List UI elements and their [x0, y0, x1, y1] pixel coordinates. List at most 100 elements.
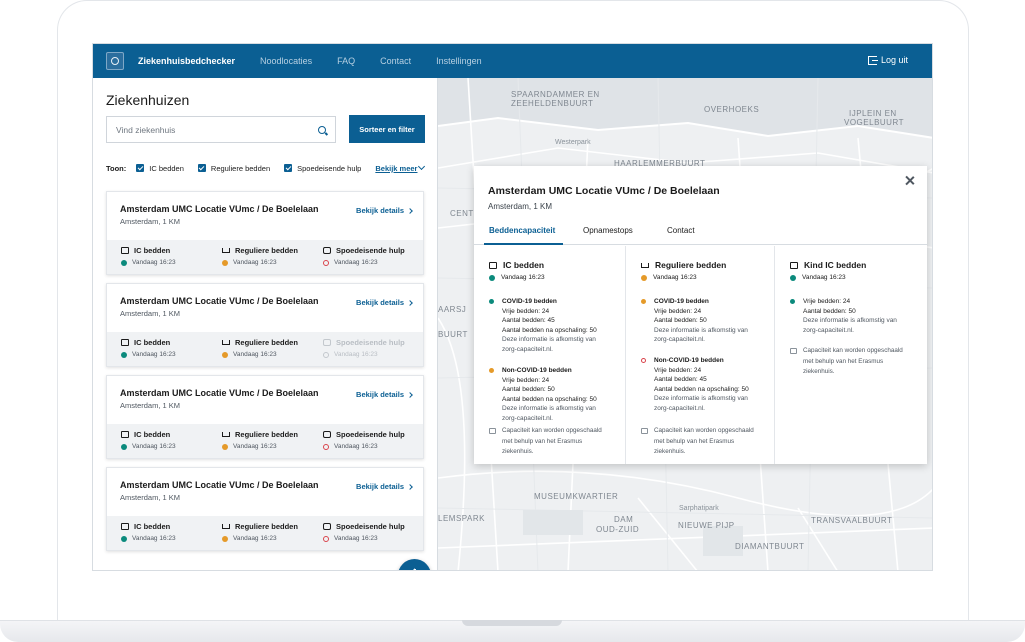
- bed-info-block: COVID-19 bedden Vrije bedden: 24 Aantal be…: [641, 297, 748, 345]
- bed-info-source: zorg-capaciteit.nl.: [654, 404, 705, 412]
- bed-info-source: Deze informatie is afkomstig van: [803, 317, 897, 325]
- bed-info-source: zorg-capaciteit.nl.: [502, 414, 553, 422]
- emergency-icon: [323, 431, 331, 438]
- regular-bed-icon: [222, 340, 230, 345]
- filter-reguliere-bedden[interactable]: Reguliere bedden: [197, 163, 271, 173]
- stat-label: IC bedden: [134, 246, 171, 255]
- bed-info-source: Deze informatie is afkomstig van: [502, 336, 596, 344]
- search-input[interactable]: Vind ziekenhuis: [106, 116, 336, 143]
- brand-title[interactable]: Ziekenhuisbedchecker: [138, 56, 235, 66]
- stat-item: Reguliere bedden Vandaag 16:23: [222, 338, 298, 358]
- column-heading: IC bedden: [489, 260, 544, 270]
- stat-label: Reguliere bedden: [235, 430, 298, 439]
- map-label: ZEEHELDENBUURT: [511, 99, 594, 108]
- capacity-column: Reguliere bedden Vandaag 16:23 COVID-19 be…: [625, 246, 774, 464]
- stat-time: Vandaag 16:23: [121, 351, 176, 358]
- stat-name: IC bedden: [121, 246, 176, 255]
- show-more-link[interactable]: Bekijk meer: [375, 162, 426, 173]
- hospital-card[interactable]: Amsterdam UMC Locatie VUmc / De Boelelaa…: [106, 191, 424, 275]
- search-placeholder: Vind ziekenhuis: [116, 124, 176, 135]
- stat-item: IC bedden Vandaag 16:23: [121, 246, 176, 266]
- filter-spoedeisende-hulp[interactable]: Spoedeisende hulp: [284, 164, 361, 173]
- bed-icon: [121, 247, 129, 254]
- bed-info-line: Vrije bedden: 24: [502, 307, 550, 315]
- stat-time: Vandaag 16:23: [222, 535, 298, 542]
- stat-name: Spoedeisende hulp: [323, 246, 405, 255]
- top-navigation: Ziekenhuisbedchecker Noodlocaties FAQ Co…: [93, 44, 932, 78]
- bed-info-source: zorg-capaciteit.nl.: [502, 345, 553, 353]
- hospital-card[interactable]: Amsterdam UMC Locatie VUmc / De Boelelaa…: [106, 283, 424, 367]
- hospital-name: Amsterdam UMC Locatie VUmc / De Boelelaa…: [120, 388, 319, 398]
- column-heading: Reguliere bedden: [641, 260, 726, 270]
- logo-icon[interactable]: [106, 52, 124, 70]
- bed-icon: [121, 523, 129, 530]
- filter-ic-bedden[interactable]: IC bedden: [136, 164, 184, 173]
- hospital-card[interactable]: Amsterdam UMC Locatie VUmc / De Boelelaa…: [106, 467, 424, 551]
- view-details-label: Bekijk details: [356, 206, 404, 215]
- info-icon: [641, 428, 648, 434]
- bed-icon: [489, 261, 497, 269]
- bed-icon: [121, 431, 129, 438]
- tab-opnamestops[interactable]: Opnamestops: [583, 226, 633, 235]
- status-dot-icon: [323, 351, 329, 358]
- bed-info-line: Vrije bedden: 24: [502, 376, 550, 384]
- search-icon[interactable]: [318, 125, 326, 134]
- note-line: ziekenhuis.: [803, 368, 835, 375]
- column-title: Reguliere bedden: [655, 260, 727, 270]
- stat-item: Reguliere bedden Vandaag 16:23: [222, 430, 298, 450]
- view-details-link[interactable]: Bekijk details: [356, 206, 413, 215]
- bed-info-line: Aantal bedden: 45: [654, 376, 707, 384]
- view-details-link[interactable]: Bekijk details: [356, 390, 413, 399]
- stat-time: Vandaag 16:23: [222, 443, 298, 450]
- logout-button[interactable]: Log uit: [867, 55, 908, 65]
- active-tab-indicator: [484, 243, 563, 245]
- view-details-link[interactable]: Bekijk details: [356, 482, 413, 491]
- status-dot-icon: [641, 274, 647, 281]
- tab-contact[interactable]: Contact: [667, 226, 695, 235]
- bed-info-line: Aantal bedden: 50: [502, 386, 555, 394]
- stat-item: Spoedeisende hulp Vandaag 16:23: [323, 246, 405, 266]
- child-ic-icon: [790, 261, 798, 269]
- map-label: AARSJ: [438, 305, 467, 314]
- checkbox-icon[interactable]: [136, 164, 145, 172]
- scroll-to-top-button[interactable]: [398, 559, 431, 570]
- hospital-card[interactable]: Amsterdam UMC Locatie VUmc / De Boelelaa…: [106, 375, 424, 459]
- tab-beddencapaciteit[interactable]: Beddencapaciteit: [489, 226, 555, 235]
- nav-link-faq[interactable]: FAQ: [337, 56, 355, 66]
- bed-info-title: Non-COVID-19 bedden: [654, 357, 724, 364]
- stat-item: Spoedeisende hulp Vandaag 16:23: [323, 338, 405, 358]
- stat-time: Vandaag 16:23: [323, 259, 405, 266]
- stat-time: Vandaag 16:23: [121, 259, 176, 266]
- bed-info-line: Aantal bedden na opschaling: 50: [502, 395, 597, 403]
- stat-name: Reguliere bedden: [222, 246, 298, 255]
- map-label: LEMSPARK: [438, 514, 485, 523]
- filter-label: IC bedden: [149, 163, 184, 173]
- regular-bed-icon: [641, 262, 649, 268]
- bed-info-source: Deze informatie is afkomstig van: [654, 395, 748, 403]
- stat-time: Vandaag 16:23: [222, 259, 298, 266]
- checkbox-icon[interactable]: [197, 164, 206, 172]
- note-line: met behulp van het Erasmus: [654, 437, 735, 445]
- bed-info-line: Vrije bedden: 24: [654, 366, 702, 374]
- bed-info-line: Aantal bedden na opschaling: 50: [502, 326, 597, 334]
- checkbox-icon[interactable]: [284, 164, 293, 172]
- nav-link-instellingen[interactable]: Instellingen: [436, 56, 482, 66]
- regular-bed-icon: [222, 432, 230, 437]
- nav-link-contact[interactable]: Contact: [380, 56, 411, 66]
- view-details-link[interactable]: Bekijk details: [356, 298, 413, 307]
- hospital-location: Amsterdam, 1 KM: [120, 309, 181, 318]
- nav-link-noodlocaties[interactable]: Noodlocaties: [260, 56, 312, 66]
- status-dot-icon: [323, 443, 329, 450]
- show-more-label: Bekijk meer: [375, 163, 418, 173]
- hospital-name: Amsterdam UMC Locatie VUmc / De Boelelaa…: [120, 296, 319, 306]
- bed-info-line: Aantal bedden na opschaling: 50: [654, 385, 749, 393]
- stat-timestamp: Vandaag 16:23: [233, 535, 277, 542]
- sort-filter-button[interactable]: Sorteer en filter: [349, 115, 425, 143]
- regular-bed-icon: [222, 524, 230, 529]
- stat-name: IC bedden: [121, 522, 176, 531]
- stat-label: Spoedeisende hulp: [336, 430, 405, 439]
- close-icon[interactable]: [904, 175, 916, 187]
- filter-label: Reguliere bedden: [210, 163, 271, 173]
- card-stats: IC bedden Vandaag 16:23 Reguliere bedden Va…: [107, 332, 423, 366]
- stat-label: Spoedeisende hulp: [336, 338, 405, 347]
